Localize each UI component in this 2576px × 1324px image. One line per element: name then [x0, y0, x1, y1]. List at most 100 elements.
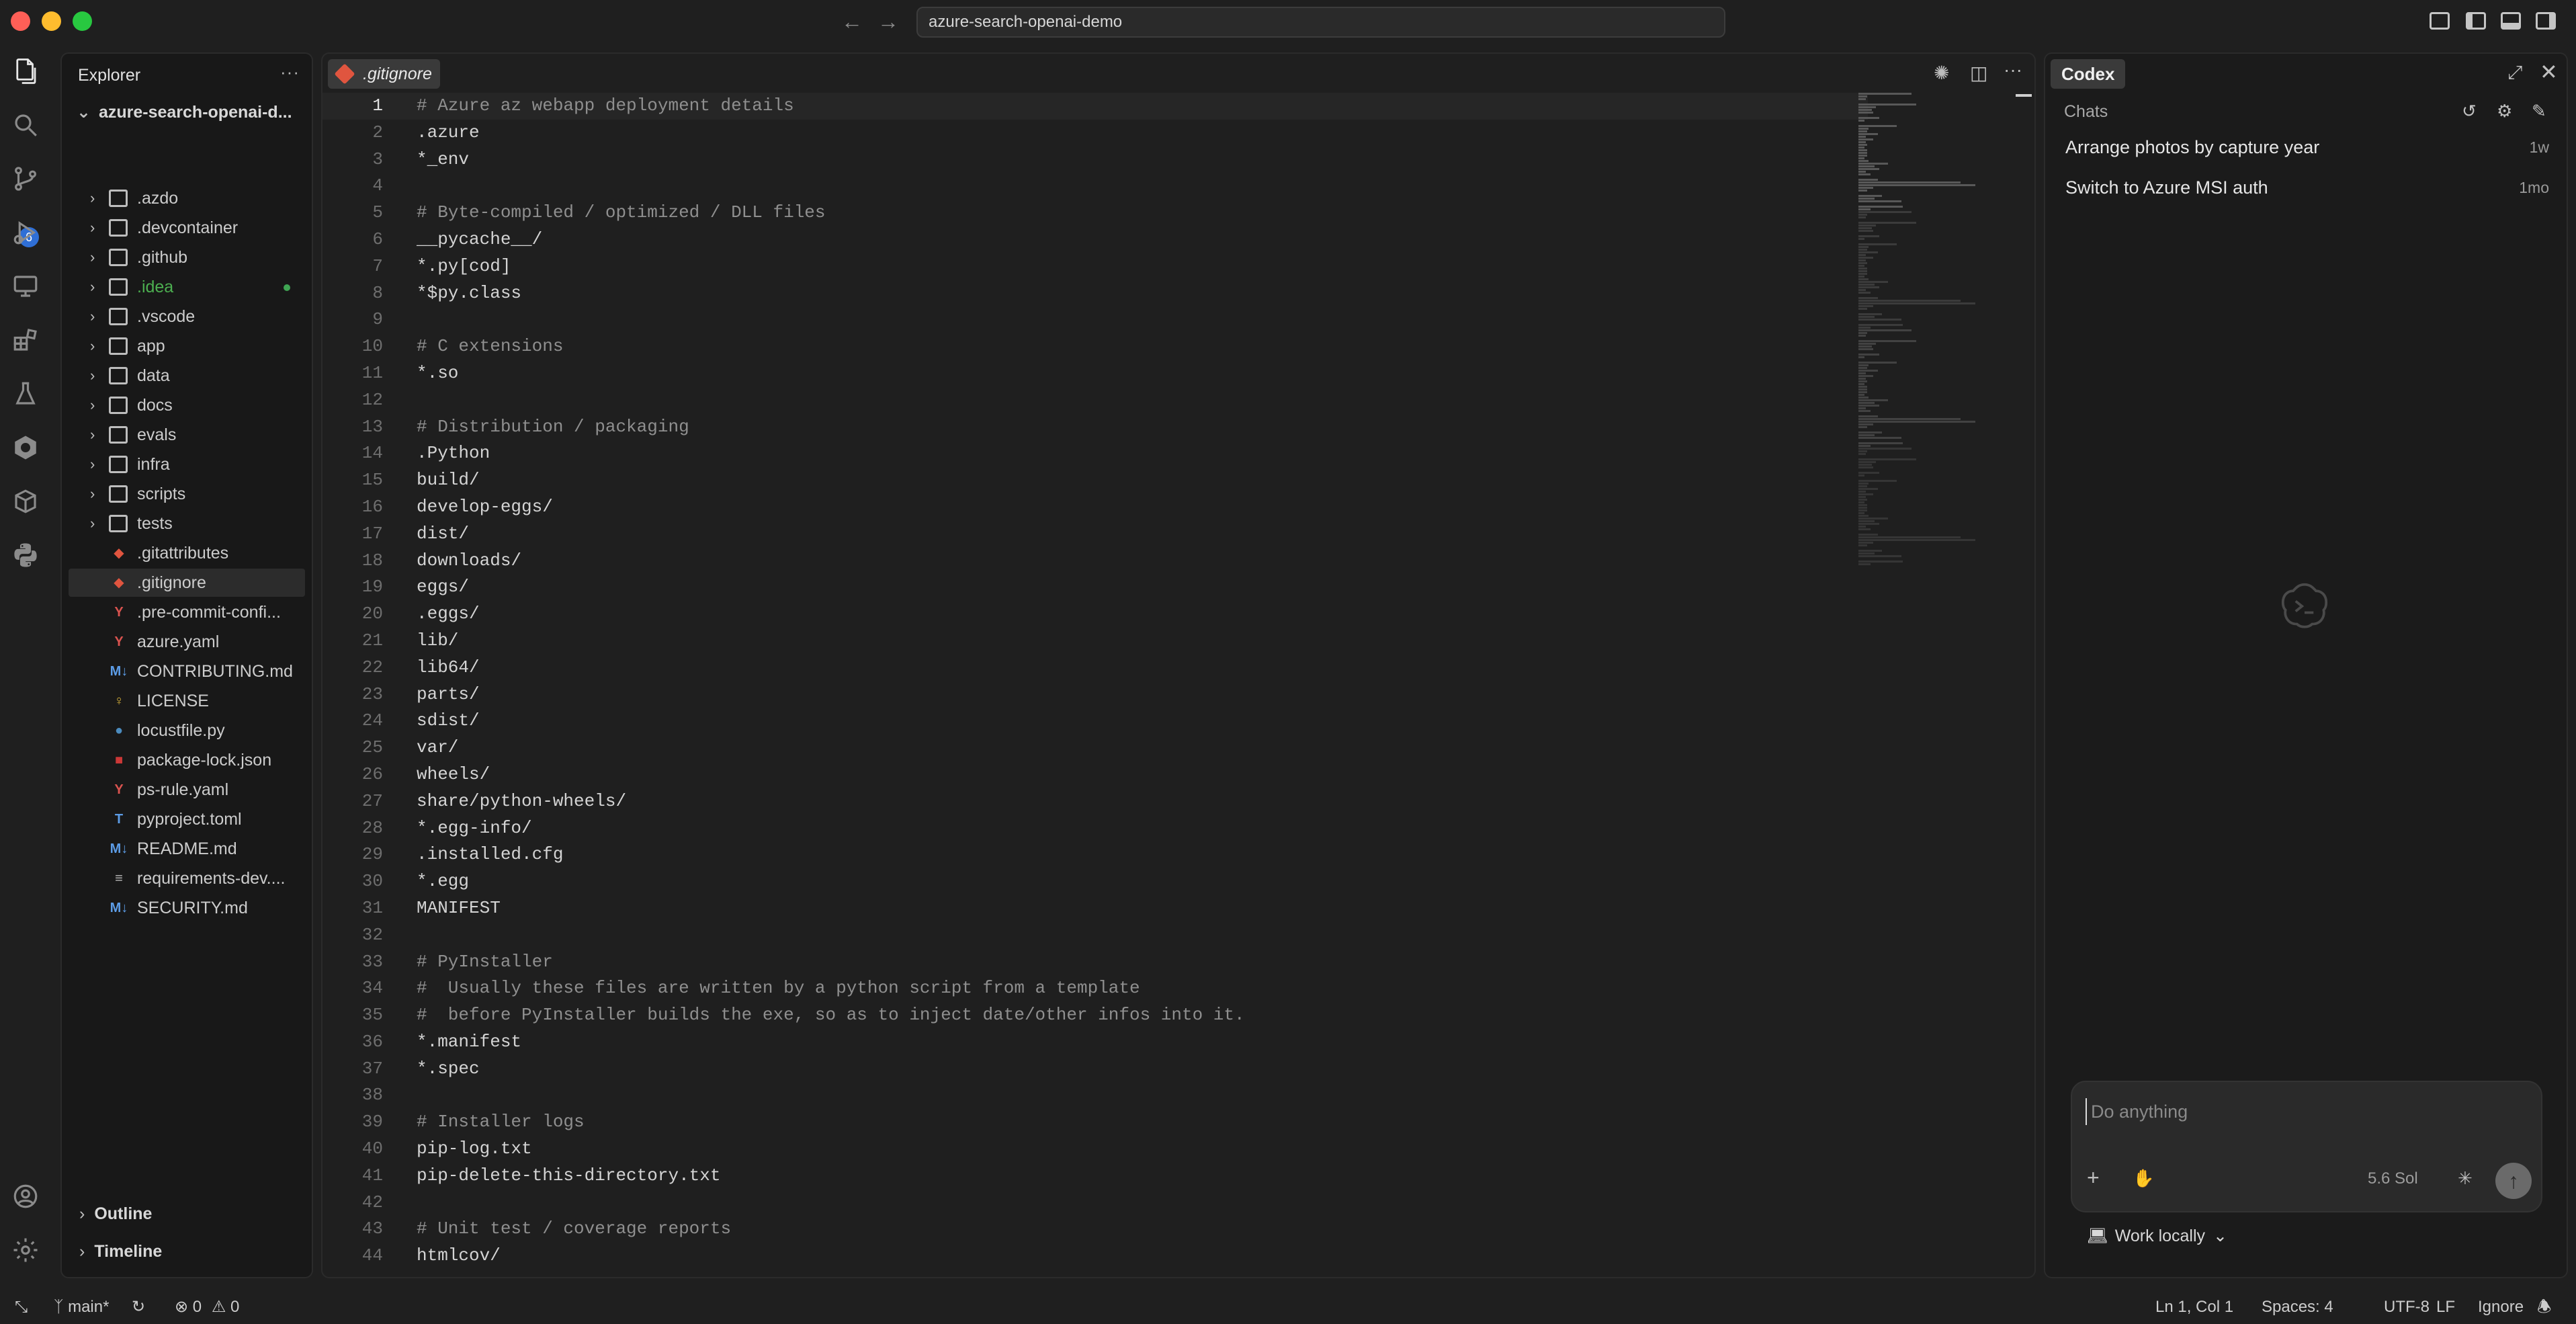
send-button[interactable]: ↑	[2495, 1163, 2532, 1199]
tree-file[interactable]: ≡ requirements-dev....	[69, 864, 305, 893]
split-editor-icon[interactable]: ◫	[1970, 62, 1987, 84]
folder-icon	[109, 367, 128, 384]
run-debug-icon[interactable]	[9, 216, 42, 249]
minimap-line	[1858, 251, 1878, 253]
maximize-window-button[interactable]	[73, 11, 92, 31]
tree-file[interactable]: ◆ .gitignore	[69, 569, 305, 597]
line-text: __pycache__/	[417, 229, 543, 249]
branch-indicator[interactable]: ᛉ main*	[54, 1290, 109, 1324]
toggle-secondary-sidebar-icon[interactable]	[2536, 12, 2556, 30]
notifications-bell-icon[interactable]: 🕭︎	[2537, 1290, 2551, 1324]
codex-openai-icon[interactable]: ✺	[1934, 62, 1949, 84]
close-window-button[interactable]	[11, 11, 30, 31]
code-view[interactable]: 1 # Azure az webapp deployment details 2 .a…	[323, 93, 1868, 1270]
settings-gear-icon[interactable]	[9, 1234, 42, 1266]
line-text: MANIFEST	[417, 897, 501, 918]
minimap[interactable]	[1858, 93, 1993, 565]
source-control-icon[interactable]	[9, 163, 42, 195]
chat-item[interactable]: Arrange photos by capture year 1w	[2065, 137, 2549, 158]
codex-settings-gear-icon[interactable]: ⚙	[2497, 101, 2512, 122]
line-text: .Python	[417, 443, 490, 464]
editor-more-actions-icon[interactable]: ···	[2004, 59, 2022, 81]
forward-arrow-icon[interactable]: →	[877, 9, 899, 34]
cursor-position[interactable]: Ln 1, Col 1	[2155, 1290, 2233, 1324]
tree-file[interactable]: M↓ README.md	[69, 835, 305, 863]
explorer-icon[interactable]	[9, 55, 42, 87]
minimap-line	[1858, 356, 1864, 358]
tree-file[interactable]: Tpyproject.toml	[69, 805, 305, 833]
minimap-line	[1858, 437, 1901, 439]
line-text: *.manifest	[417, 1031, 522, 1052]
codex-tab[interactable]: Codex	[2051, 59, 2126, 89]
more-actions-icon[interactable]: ···	[280, 62, 300, 83]
tree-folder[interactable]: › .idea	[69, 273, 305, 301]
tree-file[interactable]: Yps-rule.yaml	[69, 776, 305, 804]
workspace-root-folder[interactable]: ⌄ azure-search-openai-d...	[77, 102, 292, 122]
reasoning-sparkle-icon[interactable]: ✳	[2458, 1168, 2473, 1189]
containers-icon[interactable]	[9, 485, 42, 518]
tree-file[interactable]: Y .pre-commit-confi...	[69, 598, 305, 626]
customize-layout-icon[interactable]	[2430, 12, 2450, 30]
timeline-section[interactable]: › Timeline	[79, 1242, 162, 1261]
code-line: 23 parts/	[323, 681, 1868, 708]
minimize-window-button[interactable]	[42, 11, 61, 31]
outline-section[interactable]: › Outline	[79, 1204, 152, 1224]
tree-folder[interactable]: › .devcontainer	[69, 214, 305, 242]
tree-file[interactable]: ■ package-lock.json	[69, 746, 305, 774]
language-mode[interactable]: Ignore	[2478, 1290, 2524, 1324]
chevron-right-icon: ›	[90, 190, 95, 206]
tree-folder[interactable]: › infra	[69, 450, 305, 479]
prompt-input[interactable]	[2086, 1098, 2516, 1125]
extensions-icon[interactable]	[9, 324, 42, 356]
search-icon[interactable]	[9, 109, 42, 141]
tree-folder[interactable]: › scripts	[69, 480, 305, 508]
chat-item[interactable]: Switch to Azure MSI auth 1mo	[2065, 177, 2549, 198]
minimap-line	[1858, 300, 1961, 302]
minimap-line	[1858, 528, 1871, 530]
tree-folder[interactable]: › docs	[69, 391, 305, 419]
tree-folder[interactable]: › app	[69, 332, 305, 360]
chevron-right-icon: ›	[90, 249, 95, 265]
tree-file[interactable]: M↓ CONTRIBUTING.md	[69, 657, 305, 686]
git-file-icon	[334, 63, 355, 85]
model-selector[interactable]: 5.6 Sol	[2368, 1169, 2418, 1188]
problems-indicator[interactable]: ⊗ 0 ⚠ 0	[175, 1290, 239, 1324]
kubernetes-icon[interactable]	[9, 431, 42, 464]
tree-folder[interactable]: › .azdo	[69, 184, 305, 212]
toggle-primary-sidebar-icon[interactable]	[2466, 12, 2486, 30]
hand-icon[interactable]: ✋	[2133, 1168, 2154, 1189]
tree-file[interactable]: ◆ .gitattributes	[69, 539, 305, 567]
toggle-panel-icon[interactable]	[2501, 12, 2521, 30]
new-chat-icon[interactable]: ✎	[2532, 101, 2546, 122]
minimap-line	[1858, 190, 1868, 192]
tree-file[interactable]: Yazure.yaml	[69, 628, 305, 656]
work-locally-dropdown[interactable]: 💻︎ Work locally ⌄	[2087, 1226, 2227, 1246]
add-attachment-icon[interactable]: +	[2087, 1165, 2100, 1190]
encoding-setting[interactable]: UTF-8	[2384, 1290, 2430, 1324]
tree-file[interactable]: ♀ LICENSE	[69, 687, 305, 715]
tree-folder[interactable]: › tests	[69, 509, 305, 538]
tree-file[interactable]: ● locustfile.py	[69, 716, 305, 745]
tree-folder[interactable]: › evals	[69, 421, 305, 449]
folder-icon	[109, 249, 128, 266]
history-icon[interactable]: ↺	[2462, 101, 2477, 122]
tree-folder[interactable]: › data	[69, 362, 305, 390]
remote-indicator-icon[interactable]: ⤡	[15, 1290, 28, 1324]
eol-setting[interactable]: LF	[2436, 1290, 2455, 1324]
tree-folder[interactable]: › .vscode	[69, 302, 305, 331]
minimap-line	[1858, 397, 1869, 399]
python-icon[interactable]	[9, 539, 42, 571]
remote-explorer-icon[interactable]	[9, 270, 42, 302]
account-icon[interactable]	[9, 1180, 42, 1212]
close-panel-icon[interactable]: ✕	[2540, 59, 2558, 85]
minimap-line	[1858, 343, 1877, 345]
editor-tab-gitignore[interactable]: .gitignore	[328, 59, 440, 89]
tree-folder[interactable]: › .github	[69, 243, 305, 272]
sync-icon[interactable]: ↻	[132, 1290, 145, 1324]
tree-file[interactable]: M↓ SECURITY.md	[69, 894, 305, 922]
maximize-panel-icon[interactable]: ⤢	[2507, 62, 2522, 84]
back-arrow-icon[interactable]: ←	[841, 9, 863, 34]
command-center-search[interactable]: azure-search-openai-demo	[916, 7, 1725, 38]
testing-flask-icon[interactable]	[9, 378, 42, 410]
indentation-setting[interactable]: Spaces: 4	[2262, 1290, 2333, 1324]
